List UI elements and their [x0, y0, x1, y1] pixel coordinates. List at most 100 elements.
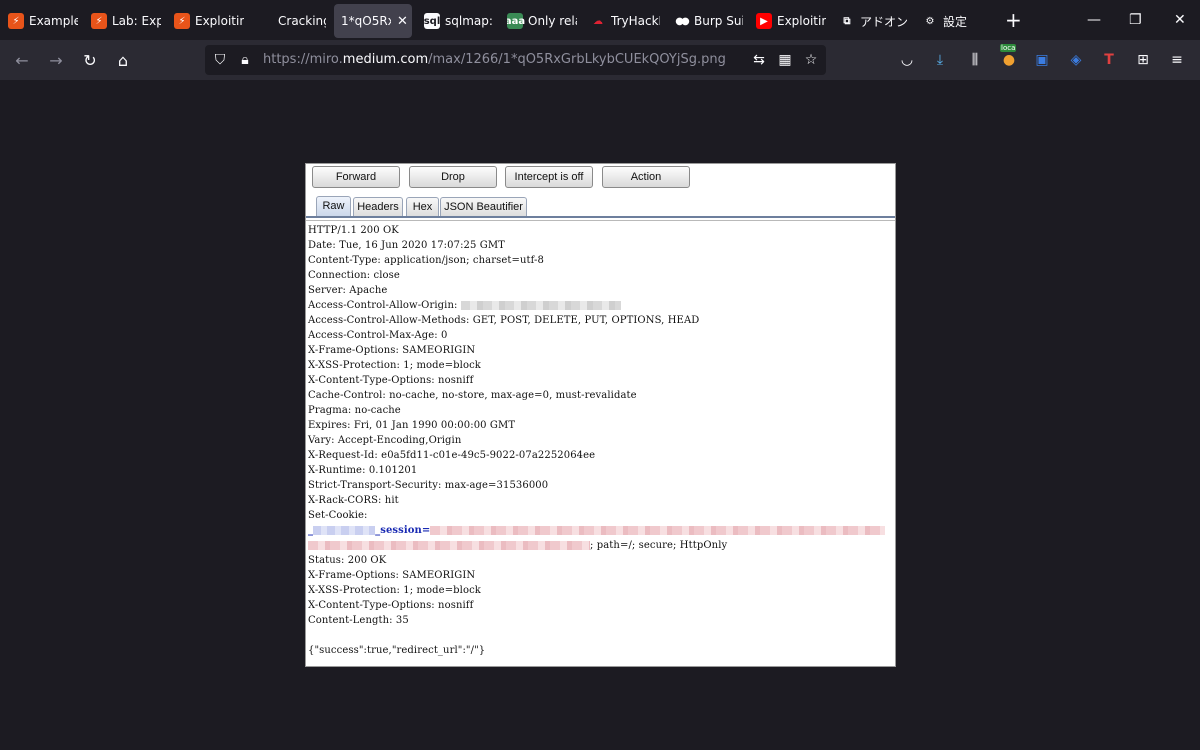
pocket-icon[interactable]: ◡: [896, 49, 918, 71]
burp-tab-row: Raw Headers Hex JSON Beautifier: [306, 194, 895, 217]
response-body: HTTP/1.1 200 OK Date: Tue, 16 Jun 2020 1…: [306, 220, 895, 666]
response-line: Access-Control-Allow-Methods: GET, POST,…: [308, 315, 700, 326]
download-icon[interactable]: ⤓: [929, 49, 951, 71]
tab-title: Cracking: [278, 14, 326, 28]
tab-10[interactable]: ⧉ アドオンマ: [839, 4, 909, 38]
tab-raw: Raw: [316, 196, 351, 217]
home-icon[interactable]: ⌂: [111, 48, 135, 72]
tab-title: Exploitin: [195, 14, 244, 28]
redacted-value: [460, 301, 621, 310]
response-line: Access-Control-Max-Age: 0: [308, 330, 448, 341]
tab-title: TryHackM: [611, 14, 660, 28]
response-line-acao: Access-Control-Allow-Origin:: [308, 298, 621, 313]
burp-icon: ⚡: [91, 13, 107, 29]
response-line: Connection: close: [308, 270, 400, 281]
back-arrow-icon[interactable]: ←: [10, 48, 34, 72]
url-path: /max/1266/1*qO5RxGrbLkybCUEkQOYjSg.png: [428, 52, 726, 67]
library-icon[interactable]: ⫼: [964, 49, 986, 71]
puzzle-icon: ⧉: [843, 15, 851, 27]
response-line: Content-Type: application/json; charset=…: [308, 255, 545, 266]
response-line: Date: Tue, 16 Jun 2020 17:07:25 GMT: [308, 240, 505, 251]
tab-8[interactable]: ●● Burp Sui: [673, 4, 743, 38]
tab-9[interactable]: ▶ Exploitin: [756, 4, 826, 38]
tab-hex: Hex: [406, 197, 439, 217]
bookmark-star-icon[interactable]: ☆: [801, 50, 821, 70]
tab-2[interactable]: ⚡ Exploitin: [174, 4, 244, 38]
response-line: X-Rack-CORS: hit: [308, 495, 399, 506]
drop-button: Drop: [409, 166, 497, 188]
response-line: Pragma: no-cache: [308, 405, 401, 416]
sqlmap-icon: sql: [424, 13, 440, 29]
response-line: Expires: Fri, 01 Jan 1990 00:00:00 GMT: [308, 420, 516, 431]
tab-7[interactable]: ☁ TryHackM: [590, 4, 660, 38]
response-line: Vary: Accept-Encoding,Origin: [308, 435, 462, 446]
tab-1[interactable]: ⚡ Lab: Expl: [91, 4, 161, 38]
forward-button: Forward: [312, 166, 400, 188]
burp-button-row: Forward Drop Intercept is off Action: [306, 164, 895, 194]
cookie-line-2: ; path=/; secure; HttpOnly: [308, 538, 727, 553]
url-prefix: https://miro.: [263, 52, 343, 67]
tab-3[interactable]: Cracking: [278, 4, 326, 38]
tab-title: 設定: [943, 14, 968, 29]
response-line: X-Content-Type-Options: nosniff: [308, 600, 474, 611]
tab-headers: Headers: [353, 197, 403, 217]
medium-icon: ●●: [675, 15, 689, 27]
response-line: X-Frame-Options: SAMEORIGIN: [308, 570, 476, 581]
response-line: X-Frame-Options: SAMEORIGIN: [308, 345, 476, 356]
response-line: HTTP/1.1 200 OK: [308, 225, 399, 236]
shield-icon[interactable]: ⛉: [210, 50, 230, 70]
response-line: X-Request-Id: e0a5fd11-c01e-49c5-9022-07…: [308, 450, 596, 461]
tab-title: Burp Sui: [694, 14, 743, 28]
tab-underline: [306, 216, 895, 218]
response-line: Server: Apache: [308, 285, 388, 296]
tab-title: Exploitin: [777, 14, 826, 28]
translate-icon[interactable]: ⇆: [749, 50, 769, 70]
action-button: Action: [602, 166, 690, 188]
lock-icon[interactable]: 🔒︎: [235, 50, 255, 70]
response-line: Strict-Transport-Security: max-age=31536…: [308, 480, 549, 491]
loca-badge: loca: [1000, 44, 1017, 52]
tab-11[interactable]: ⚙ 設定: [922, 4, 992, 38]
header-label: Access-Control-Allow-Origin:: [308, 300, 461, 311]
gear-icon: ⚙: [925, 15, 935, 27]
qr-code-icon[interactable]: ▦: [775, 50, 795, 70]
url-text[interactable]: https://miro.medium.com/max/1266/1*qO5Rx…: [263, 52, 726, 68]
cookie-name: _session=: [375, 525, 431, 536]
url-domain: medium.com: [342, 52, 429, 67]
close-icon[interactable]: ✕: [397, 14, 408, 29]
loca-extension-icon[interactable]: loca ●: [998, 44, 1020, 71]
response-line: X-Content-Type-Options: nosniff: [308, 375, 474, 386]
minimize-icon[interactable]: —: [1087, 10, 1101, 30]
cookie-attributes: ; path=/; secure; HttpOnly: [590, 540, 728, 551]
redacted-cookie-value: [430, 526, 886, 535]
response-line: Status: 200 OK: [308, 555, 387, 566]
window-close-icon[interactable]: ✕: [1174, 10, 1186, 30]
tab-6[interactable]: aaa Only rela: [507, 4, 577, 38]
tab-0[interactable]: ⚡ Example: [8, 4, 78, 38]
burp-icon: ⚡: [174, 13, 190, 29]
menu-icon[interactable]: ≡: [1166, 49, 1188, 71]
tab-4-active[interactable]: 1*qO5RxG ✕: [334, 4, 412, 38]
tab-5[interactable]: sql sqlmap:: [424, 4, 494, 38]
tab-title: Example: [29, 14, 78, 28]
burp-icon: ⚡: [8, 13, 24, 29]
translate-extension-icon[interactable]: ▣: [1031, 49, 1053, 71]
restore-icon[interactable]: ❐: [1129, 10, 1142, 30]
response-line: Content-Length: 35: [308, 615, 409, 626]
cookie-line: _ _session=: [308, 523, 886, 538]
t-extension-icon[interactable]: T: [1098, 49, 1120, 71]
extensions-icon[interactable]: ⊞: [1132, 49, 1154, 71]
response-line: X-Runtime: 0.101201: [308, 465, 418, 476]
forward-arrow-icon[interactable]: →: [44, 48, 68, 72]
tab-title: sqlmap:: [445, 14, 493, 28]
tab-title: アドオンマ: [860, 14, 909, 29]
intercept-toggle-button: Intercept is off: [505, 166, 593, 188]
reload-icon[interactable]: ↻: [78, 48, 102, 72]
translate-alt-icon[interactable]: ◈: [1065, 49, 1087, 71]
new-tab-plus-icon[interactable]: +: [1005, 10, 1022, 30]
tab-strip: ⚡ Example ⚡ Lab: Expl ⚡ Exploitin Cracki…: [0, 0, 1200, 40]
response-json-body: {"success":true,"redirect_url":"/"}: [308, 645, 486, 656]
redacted-cookie-value-cont: [308, 541, 590, 550]
burp-response-image: Forward Drop Intercept is off Action Raw…: [305, 163, 896, 667]
response-line: Set-Cookie:: [308, 510, 368, 521]
